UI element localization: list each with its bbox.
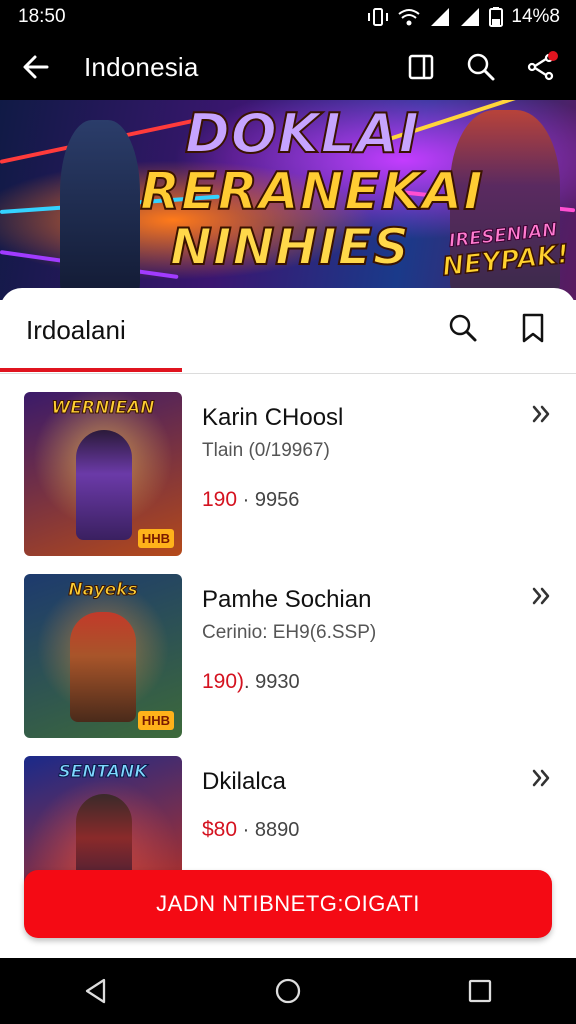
double-chevron-right-icon[interactable] [530,584,554,608]
square-recents-icon [468,979,492,1003]
hero-figure [70,612,136,722]
item-price: $80 · 8890 [202,818,512,842]
clock: 18:50 [18,6,66,27]
divider [0,373,576,374]
item-info: Pamhe Sochian Cerinio: EH9(6.SSP) 190). … [202,586,512,694]
price-highlight: 190) [202,670,245,693]
nav-home-button[interactable] [258,961,318,1021]
signal-icon-2 [459,7,481,27]
item-price: 190). 9930 [202,670,512,694]
item-price: 190 · 9956 [202,488,512,512]
arrow-left-icon [23,55,49,79]
sheet-search-button[interactable] [448,313,478,348]
nav-back-button[interactable] [66,961,126,1021]
bookmark-button[interactable] [520,313,546,348]
price-highlight: 190 [202,488,238,511]
double-chevron-right-icon[interactable] [530,402,554,426]
tab-indicator [0,368,182,372]
item-info: Karin CHoosl Tlain (0/19967) 190 · 9956 [202,404,512,512]
triangle-back-icon [85,978,106,1004]
search-icon [467,53,495,81]
hero-banner[interactable]: DOKLAI RERANEKAI NINHIES IRESENIAN NEYPA… [0,100,576,300]
sheet-actions [448,313,550,348]
double-chevron-right-icon[interactable] [530,766,554,790]
sheet-title-tab[interactable]: Irdoalani [26,315,448,346]
circle-home-icon [275,978,301,1004]
search-button[interactable] [462,48,500,86]
price-highlight: $80 [202,818,238,841]
list-item[interactable]: Nayeks HHB Pamhe Sochian Cerinio: EH9(6.… [0,574,576,756]
notification-dot [548,51,558,61]
item-subtitle: Tlain (0/19967) [202,440,330,461]
nav-recents-button[interactable] [450,961,510,1021]
thumbnail-title: WERNIEAN [51,398,155,418]
item-name: Pamhe Sochian [202,586,372,613]
bookmark-icon [522,313,544,342]
sidebar-toggle-button[interactable] [402,48,440,86]
page-title: Indonesia [84,51,199,82]
game-thumbnail: Nayeks HHB [24,574,182,738]
warrior-figure [60,120,140,300]
list-item[interactable]: WERNIEAN HHB Karin CHoosl Tlain (0/19967… [0,392,576,574]
share-button[interactable] [522,48,560,86]
battery-percent: 14%8 [511,6,560,27]
item-info: Dkilalca $80 · 8890 [202,768,512,842]
vibrate-icon [367,7,389,27]
thumbnail-title: SENTANK [58,762,148,782]
item-subtitle: Cerinio: EH9(6.SSP) [202,622,377,643]
primary-cta-button[interactable]: JADN NTIBNETG:OIGATI [24,870,552,938]
price-detail: · 9956 [237,489,300,511]
signal-icon [429,7,451,27]
sheet-header: Irdoalani [0,288,576,372]
thumbnail-title: Nayeks [68,580,138,600]
panel-icon [408,54,434,80]
app-bar-actions [402,48,576,86]
banner-title-line3: NINHIES [169,217,410,277]
status-bar: 18:50 14%8 [0,0,576,34]
item-name: Dkilalca [202,768,287,795]
battery-icon [489,7,504,27]
back-button[interactable] [0,34,72,100]
banner-title-line2: RERANEKAI [139,161,484,223]
item-name: Karin CHoosl [202,404,344,431]
app-bar: Indonesia [0,34,576,100]
thumbnail-badge: HHB [137,529,174,548]
banner-title-line1: DOKLAI [184,101,420,166]
price-detail: · 8890 [237,819,300,841]
hero-figure [76,430,132,540]
thumbnail-badge: HHB [137,711,174,730]
price-detail: . 9930 [244,671,300,693]
system-nav-bar [0,958,576,1024]
status-icons: 14%8 [367,6,560,28]
wifi-icon [397,7,421,27]
game-thumbnail: WERNIEAN HHB [24,392,182,556]
search-icon [449,314,477,341]
game-list: WERNIEAN HHB Karin CHoosl Tlain (0/19967… [0,392,576,938]
